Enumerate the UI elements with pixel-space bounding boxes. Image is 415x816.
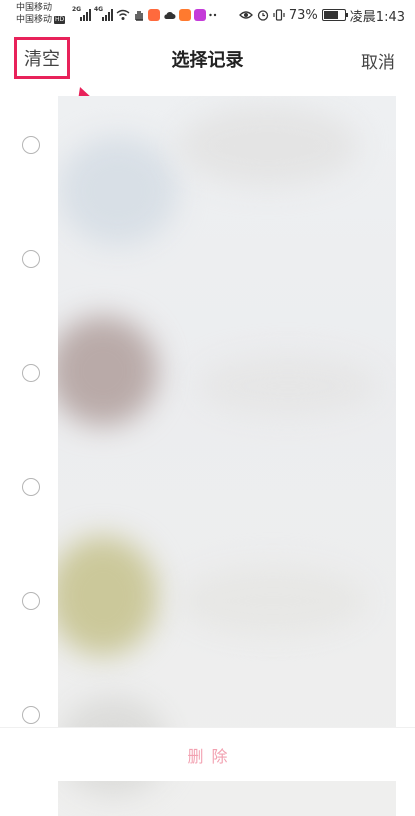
wifi-icon — [116, 9, 130, 20]
signal-icon: 2G — [72, 6, 91, 21]
radio-circle-icon[interactable] — [22, 478, 40, 496]
radio-circle-icon[interactable] — [22, 136, 40, 154]
cancel-button[interactable]: 取消 — [361, 48, 395, 73]
network-type-label: 2G — [72, 6, 82, 13]
record-row[interactable] — [0, 430, 415, 544]
signal-icon: 4G — [94, 6, 113, 21]
status-bar: 中国移动 中国移动 HD 2G 4G 73% 凌晨1:43 — [0, 0, 415, 30]
cloud-icon — [164, 12, 176, 19]
battery-percent: 73% — [288, 7, 318, 23]
hand-icon — [135, 11, 143, 21]
radio-circle-icon[interactable] — [22, 250, 40, 268]
carrier-info: 中国移动 中国移动 HD — [16, 2, 66, 26]
carrier-2: 中国移动 — [16, 15, 53, 25]
radio-circle-icon[interactable] — [22, 592, 40, 610]
radio-circle-icon[interactable] — [22, 364, 40, 382]
nav-header: 清空 选择记录 取消 — [0, 34, 415, 86]
eye-icon — [238, 11, 253, 19]
record-list — [0, 88, 415, 816]
record-row[interactable] — [0, 88, 415, 202]
clock: 凌晨1:43 — [349, 9, 405, 25]
page-title: 选择记录 — [171, 50, 244, 71]
more-dots-icon — [209, 13, 217, 17]
alarm-icon — [257, 10, 269, 21]
record-row[interactable] — [0, 316, 415, 430]
record-row[interactable] — [0, 544, 415, 658]
app-notification-icon — [179, 9, 191, 21]
bottom-bar: 删除 — [0, 727, 415, 781]
status-right: 73% 凌晨1:43 — [238, 6, 405, 25]
app-notification-icon — [194, 9, 206, 21]
network-type-label: 4G — [94, 6, 104, 13]
radio-circle-icon[interactable] — [22, 706, 40, 724]
battery-icon — [321, 9, 348, 21]
vibrate-icon — [273, 9, 285, 21]
status-icons: 2G 4G — [72, 6, 217, 24]
carrier-1: 中国移动 — [16, 3, 53, 13]
hd-badge: HD — [54, 16, 66, 24]
record-row[interactable] — [0, 202, 415, 316]
app-notification-icon — [148, 9, 160, 21]
delete-button[interactable]: 删除 — [179, 743, 235, 767]
